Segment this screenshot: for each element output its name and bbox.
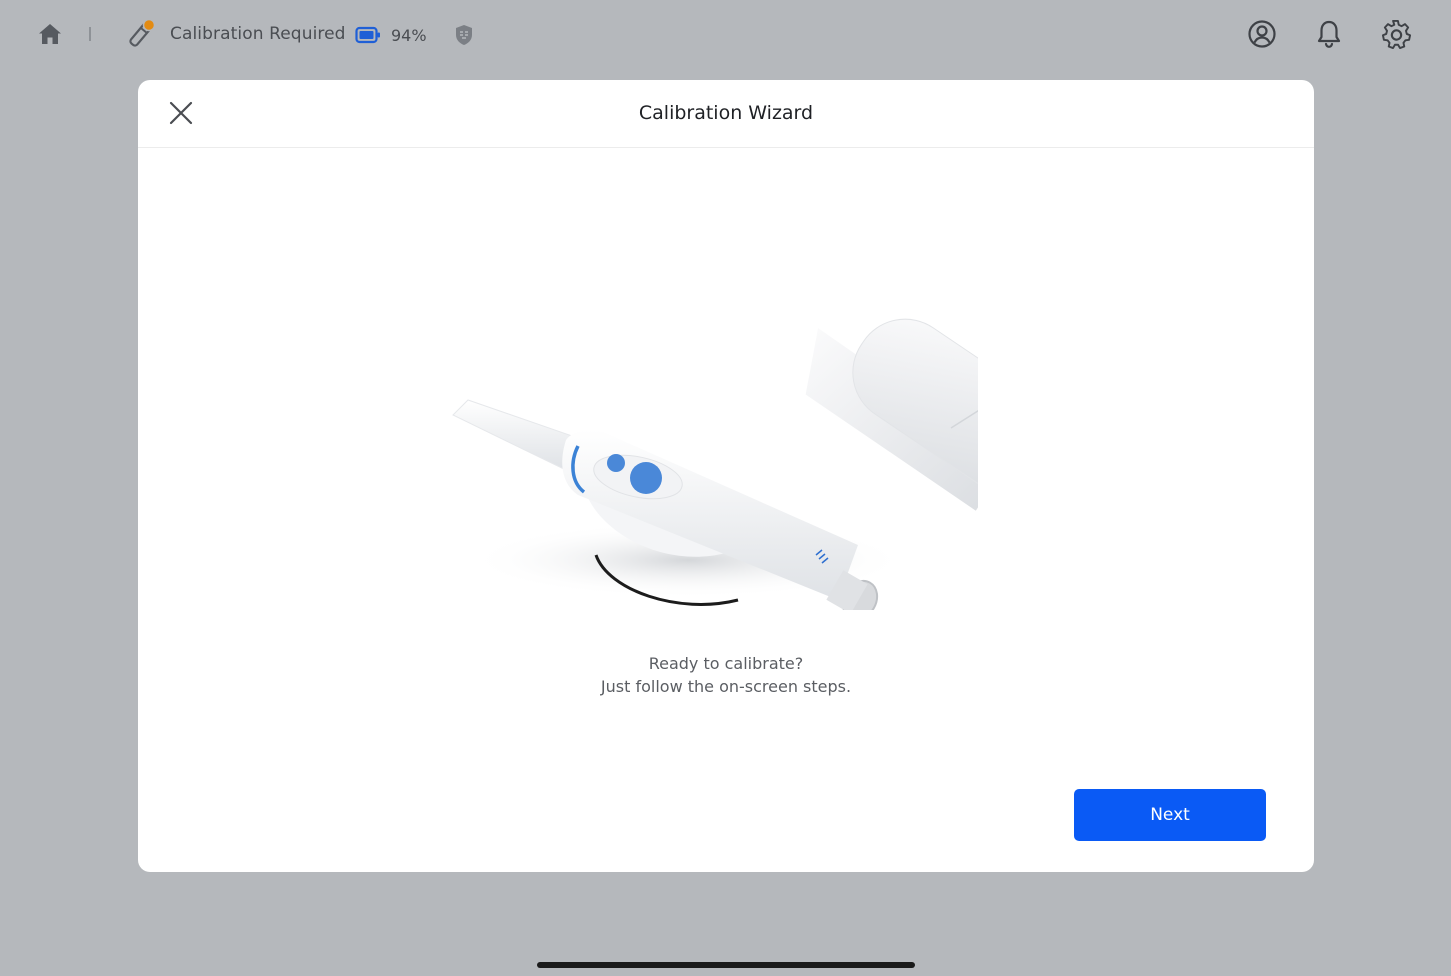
user-profile-icon[interactable] bbox=[1247, 19, 1277, 49]
scanner-status-label: Calibration Required bbox=[170, 24, 346, 44]
instruction-text: Ready to calibrate? Just follow the on-s… bbox=[138, 652, 1314, 698]
scanner-status[interactable]: Calibration Required bbox=[126, 18, 346, 50]
dialog-header: Calibration Wizard bbox=[138, 80, 1314, 148]
calibration-cap bbox=[805, 318, 1084, 524]
scanner-illustration bbox=[438, 270, 1084, 621]
battery-percent: 94% bbox=[391, 25, 427, 45]
next-button[interactable]: Next bbox=[1074, 789, 1266, 841]
home-icon[interactable] bbox=[36, 20, 64, 48]
shield-icon[interactable] bbox=[453, 23, 475, 47]
bell-icon[interactable] bbox=[1315, 19, 1343, 49]
battery-icon bbox=[355, 26, 380, 44]
scanner-warning-icon bbox=[129, 18, 156, 47]
status-bar: Calibration Required 94% bbox=[0, 0, 1451, 70]
calibration-wizard-dialog: Calibration Wizard Ready to calibrate? J… bbox=[138, 80, 1314, 872]
instruction-line-2: Just follow the on-screen steps. bbox=[600, 677, 852, 696]
battery-status: 94% bbox=[355, 22, 427, 48]
home-indicator[interactable] bbox=[537, 962, 915, 968]
gear-icon[interactable] bbox=[1381, 19, 1412, 50]
status-divider bbox=[89, 27, 91, 41]
dialog-title: Calibration Wizard bbox=[638, 102, 814, 124]
instruction-line-1: Ready to calibrate? bbox=[648, 654, 804, 673]
